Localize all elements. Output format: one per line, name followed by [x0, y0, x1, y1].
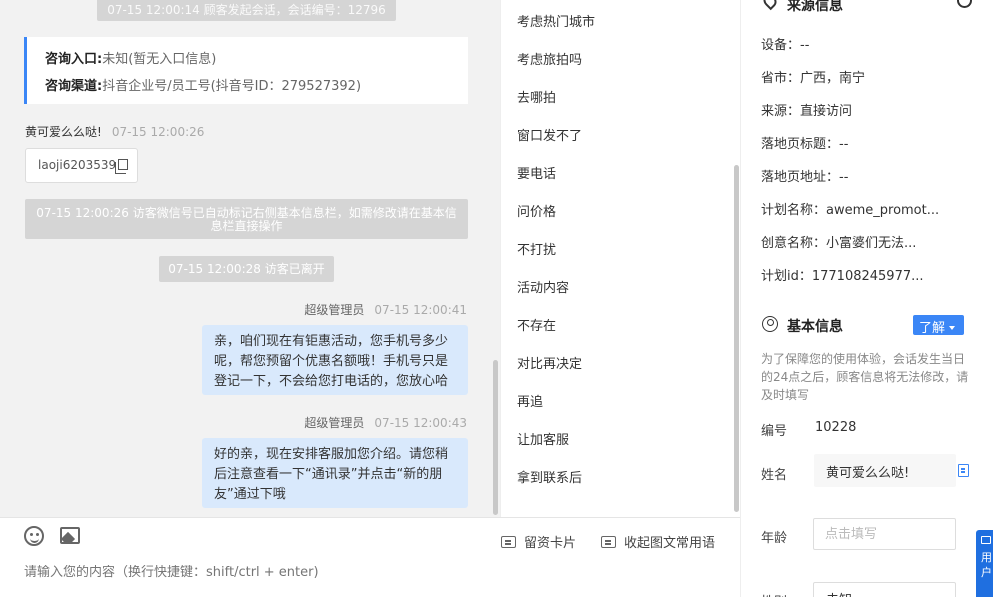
visitor-time: 07-15 12:00:26	[111, 125, 205, 139]
channel-value: 抖音企业号/员工号(抖音号ID：279527392)	[102, 79, 362, 94]
name-field[interactable]: 黄可爱么么哒!	[814, 454, 956, 487]
source-plan-name: 计划名称：aweme_promot...	[761, 203, 940, 218]
quick-reply-item[interactable]: 窗口发不了	[517, 125, 582, 144]
agent-message-bubble: 好的亲，现在安排客服加您介绍。请您稍后注意查看一下“通讯录”并点击“新的朋友”通…	[202, 438, 468, 508]
edit-notice: 为了保障您的使用体验，会话发生当日的24点之后，顾客信息将无法修改，请及时填写	[761, 352, 969, 402]
user-profile-tab-label: 用户	[981, 551, 992, 579]
lead-card-button[interactable]: 留资卡片	[501, 532, 576, 551]
source-info-title: 来源信息	[787, 0, 843, 14]
source-region: 省市：广西，南宁	[761, 71, 866, 86]
quick-reply-item[interactable]: 考虑热门城市	[517, 11, 595, 30]
message-icon	[981, 536, 991, 544]
source-plan-id: 计划id：177108245977...	[761, 269, 924, 284]
channel-row: 咨询渠道:抖音企业号/员工号(抖音号ID：279527392)	[45, 73, 468, 100]
customer-info-panel: 来源信息 设备：-- 省市：广西，南宁 来源：直接访问 落地页标题：-- 落地页…	[740, 0, 993, 597]
shield-icon[interactable]	[957, 0, 972, 8]
system-message-visitor-left: 07-15 12:00:28 访客已离开	[159, 256, 334, 282]
location-pin-icon	[760, 0, 780, 11]
system-message-session-start: 07-15 12:00:14 顾客发起会话，会话编号：12796	[97, 0, 396, 21]
learn-more-label: 了解	[919, 321, 946, 336]
chat-panel: 07-15 12:00:14 顾客发起会话，会话编号：12796 咨询入口:未知…	[0, 0, 500, 517]
card-icon	[501, 536, 516, 548]
source-landing-title: 落地页标题：--	[761, 137, 849, 152]
gender-label: 性别	[761, 591, 787, 597]
quick-reply-item[interactable]: 问价格	[517, 201, 556, 220]
id-value: 10228	[815, 420, 857, 435]
source-creative-name: 创意名称：小富婆们无法...	[761, 236, 917, 251]
agent-message-header: 超级管理员 07-15 12:00:41	[304, 301, 467, 318]
image-icon[interactable]	[60, 527, 80, 544]
source-device: 设备：--	[761, 38, 810, 53]
emoji-icon[interactable]	[24, 526, 44, 546]
quick-reply-item[interactable]: 活动内容	[517, 277, 569, 296]
user-icon	[762, 316, 778, 332]
system-message-wechat-marked: 07-15 12:00:26 访客微信号已自动标记右侧基本信息栏，如需修改请在基…	[25, 199, 468, 239]
entry-row: 咨询入口:未知(暂无入口信息)	[45, 46, 468, 73]
collapse-phrases-button[interactable]: 收起图文常用语	[601, 532, 715, 551]
learn-more-button[interactable]: 了解	[913, 315, 964, 336]
gender-select[interactable]: 未知	[813, 582, 956, 597]
copy-icon[interactable]	[115, 159, 129, 174]
quick-reply-item[interactable]: 要电话	[517, 163, 556, 182]
age-input[interactable]	[813, 518, 956, 550]
agent-name: 超级管理员	[304, 416, 365, 430]
chevron-down-icon	[949, 326, 956, 330]
user-profile-tab[interactable]: 用户	[976, 530, 993, 597]
agent-message-header: 超级管理员 07-15 12:00:43	[304, 414, 467, 431]
quick-reply-item[interactable]: 对比再决定	[517, 353, 582, 372]
name-label: 姓名	[761, 468, 788, 483]
quick-reply-item[interactable]: 拿到联系后	[517, 467, 582, 486]
age-label: 年龄	[761, 531, 788, 546]
quick-reply-scrollbar[interactable]	[734, 165, 739, 512]
message-input-area: 留资卡片 收起图文常用语	[0, 517, 740, 597]
chat-scrollbar[interactable]	[493, 360, 498, 515]
message-time: 07-15 12:00:43	[374, 416, 467, 430]
agent-message-bubble: 亲，咱们现在有钜惠活动，您手机号多少呢，帮您预留个优惠名额哦！手机号只是登记一下…	[202, 325, 468, 395]
entry-value: 未知(暂无入口信息)	[102, 52, 217, 67]
wechat-id-message[interactable]: laoji6203539	[25, 148, 138, 183]
visitor-name: 黄可爱么么哒!	[25, 125, 102, 139]
copy-icon[interactable]	[958, 464, 969, 477]
message-time: 07-15 12:00:41	[374, 303, 467, 317]
basic-info-title: 基本信息	[787, 319, 843, 335]
collapse-phrases-label: 收起图文常用语	[624, 536, 716, 551]
visitor-message-header: 黄可爱么么哒! 07-15 12:00:26	[25, 123, 204, 140]
source-landing-url: 落地页地址：--	[761, 170, 849, 185]
quick-reply-item[interactable]: 考虑旅拍吗	[517, 49, 582, 68]
agent-name: 超级管理员	[304, 303, 365, 317]
quick-reply-list: 考虑热门城市 考虑旅拍吗 去哪拍 窗口发不了 要电话 问价格 不打扰 活动内容 …	[500, 0, 740, 517]
wechat-id-text: laoji6203539	[38, 158, 117, 172]
lead-card-label: 留资卡片	[524, 536, 577, 551]
channel-label: 咨询渠道:	[45, 79, 103, 94]
message-input[interactable]	[24, 565, 714, 580]
quick-reply-item[interactable]: 去哪拍	[517, 87, 556, 106]
message-icon	[601, 536, 616, 548]
quick-reply-item[interactable]: 再追	[517, 391, 543, 410]
quick-reply-item[interactable]: 不存在	[517, 315, 556, 334]
quick-reply-item[interactable]: 不打扰	[517, 239, 556, 258]
id-label: 编号	[761, 424, 788, 439]
quick-reply-item[interactable]: 让加客服	[517, 429, 569, 448]
consult-info-card: 咨询入口:未知(暂无入口信息) 咨询渠道:抖音企业号/员工号(抖音号ID：279…	[24, 37, 468, 104]
source-origin: 来源：直接访问	[761, 104, 853, 119]
entry-label: 咨询入口:	[45, 52, 103, 67]
